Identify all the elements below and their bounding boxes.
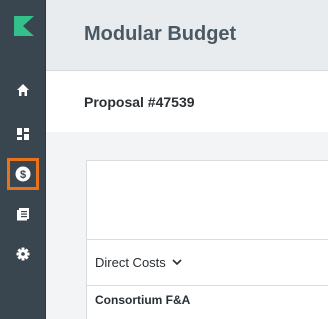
proposal-title: Proposal #47539 (84, 94, 195, 110)
sidebar-item-dashboard[interactable] (7, 118, 39, 150)
direct-costs-toggle[interactable]: Direct Costs (95, 255, 182, 270)
budget-panel-header (87, 161, 328, 240)
svg-text:$: $ (20, 169, 26, 181)
proposal-header: Proposal #47539 (46, 71, 328, 132)
consortium-fa-row-label: Consortium F&A (95, 293, 191, 307)
app-header: Modular Budget (46, 0, 328, 71)
budget-panel: Direct Costs Consortium F&A (86, 160, 328, 319)
page-title: Modular Budget (84, 23, 237, 45)
gear-icon (16, 247, 30, 261)
sidebar-item-settings[interactable] (7, 238, 39, 270)
row-divider (87, 285, 328, 286)
home-icon (17, 84, 29, 96)
sidebar-item-documents[interactable] (7, 198, 39, 230)
sidebar-item-budget[interactable]: $ (7, 158, 39, 190)
chevron-down-icon (172, 259, 182, 266)
dashboard-icon (17, 128, 29, 140)
document-icon (17, 208, 29, 221)
sidebar-nav: $ (0, 0, 46, 319)
dollar-icon: $ (15, 166, 31, 182)
sidebar-item-home[interactable] (7, 74, 39, 106)
direct-costs-label: Direct Costs (95, 255, 166, 270)
kuali-logo-icon[interactable] (14, 16, 34, 36)
